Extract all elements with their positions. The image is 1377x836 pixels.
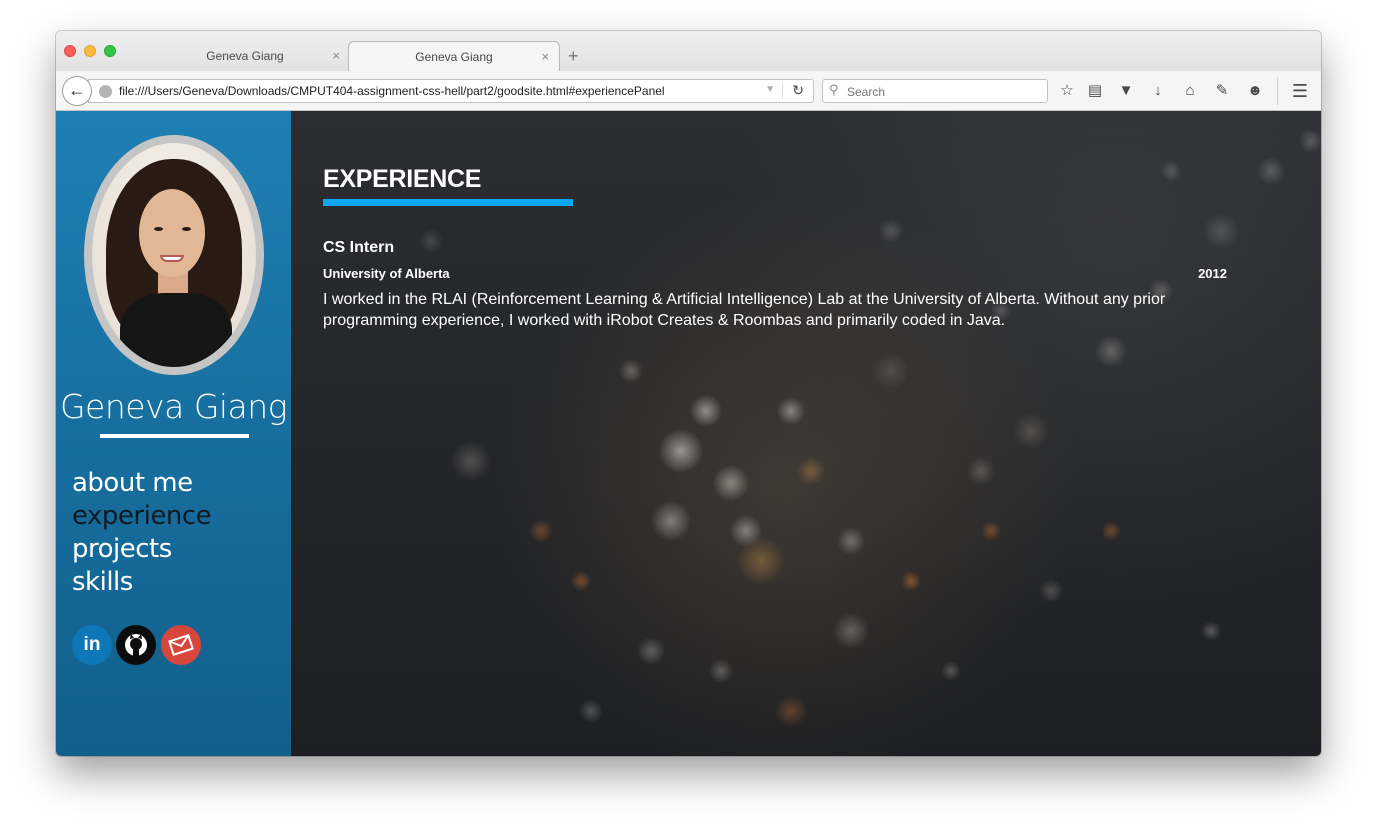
job-description: I worked in the RLAI (Reinforcement Lear… xyxy=(323,291,1166,329)
tab-2[interactable]: Geneva Giang × xyxy=(348,41,560,72)
back-arrow-icon: ← xyxy=(68,80,86,100)
name-divider xyxy=(100,434,249,438)
bokeh-light xyxy=(873,353,909,389)
bokeh-light xyxy=(901,571,921,591)
tab-bar: Geneva Giang × Geneva Giang × + xyxy=(56,31,1321,72)
nav-item-experience[interactable]: experience xyxy=(72,500,212,533)
menu-icon[interactable]: ☰ xyxy=(1289,80,1311,102)
url-divider xyxy=(782,83,783,99)
job-title: CS Intern xyxy=(323,239,395,256)
job-year: 2012 xyxy=(1198,266,1227,281)
section-nav: about me experience projects skills xyxy=(72,467,212,599)
close-tab-icon[interactable]: × xyxy=(332,41,340,71)
bokeh-light xyxy=(737,537,785,585)
tab-label: Geneva Giang xyxy=(206,49,284,63)
pocket-icon[interactable]: ▼ xyxy=(1115,80,1137,102)
bokeh-light xyxy=(1203,213,1239,249)
url-text[interactable]: file:///Users/Geneva/Downloads/CMPUT404-… xyxy=(119,84,665,98)
back-button[interactable]: ← xyxy=(62,76,92,106)
bokeh-light xyxy=(833,613,869,649)
avatar xyxy=(84,135,264,375)
bokeh-light xyxy=(651,501,691,541)
profile-name: Geneva Giang xyxy=(59,387,288,426)
bokeh-light xyxy=(1161,161,1181,181)
toolbar-divider xyxy=(1277,77,1278,105)
photo-mouth xyxy=(160,255,184,262)
close-tab-icon[interactable]: × xyxy=(541,42,549,72)
bokeh-light xyxy=(941,661,961,681)
heading-underline xyxy=(323,199,573,206)
github-octocat-icon xyxy=(125,634,147,656)
bokeh-light xyxy=(529,519,553,543)
section-heading: EXPERIENCE xyxy=(323,165,482,193)
nav-item-projects[interactable]: projects xyxy=(72,533,211,566)
photo-eye xyxy=(154,227,163,231)
bokeh-light xyxy=(659,429,703,473)
bokeh-light xyxy=(619,359,643,383)
bokeh-light xyxy=(571,571,591,591)
bokeh-light xyxy=(879,219,903,243)
new-tab-button[interactable]: + xyxy=(568,47,579,65)
bokeh-light xyxy=(579,699,603,723)
bokeh-light xyxy=(1013,413,1049,449)
bokeh-light xyxy=(775,695,807,727)
reading-list-icon[interactable]: ▤ xyxy=(1084,80,1106,102)
url-bar[interactable]: file:///Users/Geneva/Downloads/CMPUT404-… xyxy=(88,79,814,103)
screenshot-icon[interactable]: ✎ xyxy=(1211,80,1233,102)
bokeh-light xyxy=(837,527,865,555)
bokeh-light xyxy=(797,457,825,485)
bokeh-light xyxy=(713,465,749,501)
bokeh-light xyxy=(690,395,722,427)
search-box[interactable]: ⚲ xyxy=(822,79,1048,103)
close-window-button[interactable] xyxy=(64,45,76,57)
bokeh-light xyxy=(419,229,443,253)
profile-photo xyxy=(92,143,256,367)
browser-window: Geneva Giang × Geneva Giang × + ← file:/… xyxy=(56,31,1321,756)
bookmark-star-icon[interactable]: ☆ xyxy=(1056,80,1078,102)
bokeh-light xyxy=(967,457,995,485)
downloads-icon[interactable]: ↓ xyxy=(1147,80,1169,102)
bokeh-light xyxy=(981,521,1001,541)
photo-eye xyxy=(182,227,191,231)
home-icon[interactable]: ⌂ xyxy=(1179,80,1201,102)
photo-face xyxy=(139,189,205,277)
page-content: Geneva Giang about me experience project… xyxy=(56,111,1321,756)
navigation-toolbar: ← file:///Users/Geneva/Downloads/CMPUT40… xyxy=(56,71,1321,111)
globe-icon xyxy=(99,85,112,98)
nav-item-skills[interactable]: skills xyxy=(72,566,211,599)
envelope-icon xyxy=(168,633,194,657)
hello-chat-icon[interactable]: ☻ xyxy=(1244,80,1266,102)
bokeh-light xyxy=(1101,521,1121,541)
bokeh-light xyxy=(709,659,733,683)
bokeh-light xyxy=(1095,335,1127,367)
history-dropdown-icon[interactable]: ▼ xyxy=(765,84,775,95)
github-icon[interactable] xyxy=(116,625,156,665)
reload-icon[interactable]: ↻ xyxy=(792,82,804,99)
email-icon[interactable] xyxy=(161,625,201,665)
bokeh-light xyxy=(451,441,491,481)
zoom-window-button[interactable] xyxy=(104,45,116,57)
bokeh-light xyxy=(1201,621,1221,641)
tab-label: Geneva Giang xyxy=(415,50,493,64)
bokeh-light xyxy=(1039,579,1063,603)
sidebar: Geneva Giang about me experience project… xyxy=(56,111,291,756)
search-input[interactable] xyxy=(847,83,1037,100)
job-organization: University of Alberta xyxy=(323,266,450,281)
experience-panel: EXPERIENCE CS Intern University of Alber… xyxy=(291,111,1321,756)
bokeh-light xyxy=(777,397,805,425)
tab-1[interactable]: Geneva Giang × xyxy=(140,41,350,71)
minimize-window-button[interactable] xyxy=(84,45,96,57)
photo-shirt xyxy=(120,293,232,367)
search-icon: ⚲ xyxy=(829,82,839,97)
bokeh-light xyxy=(637,637,665,665)
bokeh-light xyxy=(1299,129,1321,153)
bokeh-light xyxy=(1257,157,1285,185)
linkedin-icon[interactable]: in xyxy=(72,625,112,665)
nav-item-about-me[interactable]: about me xyxy=(72,467,211,500)
